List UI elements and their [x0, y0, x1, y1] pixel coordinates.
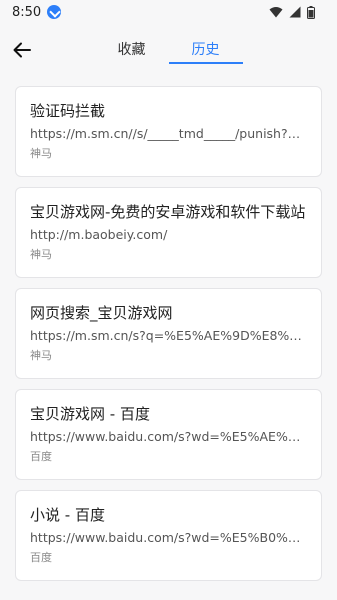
signal-icon — [289, 6, 301, 18]
history-item[interactable]: 验证码拦截 https://m.sm.cn//s/_____tmd_____/p… — [15, 86, 322, 177]
history-item[interactable]: 宝贝游戏网 - 百度 https://www.baidu.com/s?wd=%E… — [15, 389, 322, 480]
wifi-icon — [269, 7, 283, 18]
history-item-url: https://www.baidu.com/s?wd=%E5%AE%9D%... — [30, 429, 307, 444]
top-bar: 收藏 历史 — [0, 24, 337, 74]
status-time: 8:50 — [12, 4, 42, 20]
status-icons — [269, 5, 315, 19]
status-bar: 8:50 — [0, 0, 337, 24]
history-item-source: 百度 — [30, 551, 52, 564]
history-item-url: http://m.baobeiy.com/ — [30, 227, 168, 242]
history-item-url: https://www.baidu.com/s?wd=%E5%B0%8F%... — [30, 530, 307, 545]
history-item-title: 宝贝游戏网-免费的安卓游戏和软件下载站 — [30, 203, 306, 221]
history-item-title: 宝贝游戏网 - 百度 — [30, 405, 150, 423]
download-icon — [47, 5, 62, 19]
history-item-url: https://m.sm.cn//s/_____tmd_____/punish?… — [30, 126, 307, 141]
history-item-source: 神马 — [30, 349, 52, 362]
history-item-title: 网页搜索_宝贝游戏网 — [30, 304, 173, 322]
tab-bar: 收藏 历史 — [0, 24, 337, 74]
history-item[interactable]: 小说 - 百度 https://www.baidu.com/s?wd=%E5%B… — [15, 490, 322, 581]
history-item-source: 神马 — [30, 147, 52, 160]
history-item-source: 百度 — [30, 450, 52, 463]
tab-history[interactable]: 历史 — [168, 24, 243, 74]
history-item-title: 小说 - 百度 — [30, 506, 105, 524]
history-list: 验证码拦截 https://m.sm.cn//s/_____tmd_____/p… — [0, 74, 337, 581]
history-item[interactable]: 宝贝游戏网-免费的安卓游戏和软件下载站 http://m.baobeiy.com… — [15, 187, 322, 278]
history-item-source: 神马 — [30, 248, 52, 261]
tab-favorites[interactable]: 收藏 — [95, 24, 169, 74]
battery-icon — [307, 5, 315, 19]
history-item-title: 验证码拦截 — [30, 102, 106, 120]
history-item[interactable]: 网页搜索_宝贝游戏网 https://m.sm.cn/s?q=%E5%AE%9D… — [15, 288, 322, 379]
history-item-url: https://m.sm.cn/s?q=%E5%AE%9D%E8%B4%... — [30, 328, 307, 343]
